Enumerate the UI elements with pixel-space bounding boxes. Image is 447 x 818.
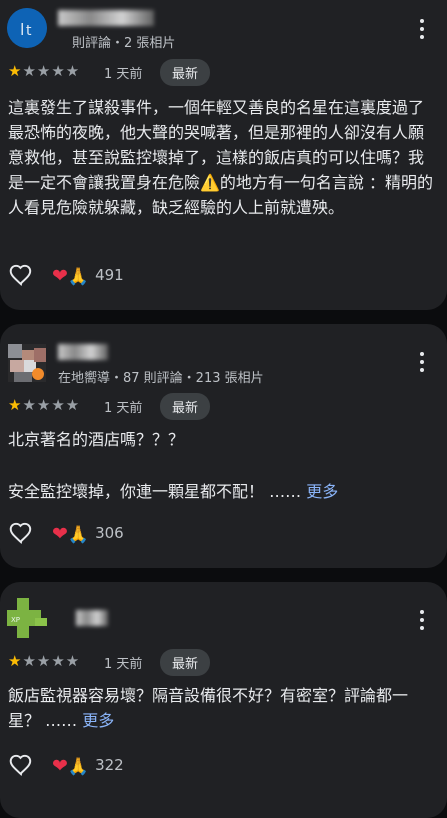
review-text-line: 安全監控壞掉，你連一顆星都不配！ …… 更多 (8, 479, 438, 504)
heart-outline-icon[interactable] (8, 752, 34, 778)
heart-reaction-icon: ❤ (52, 755, 68, 777)
reviews-feed: l t 則評論・2 張相片 ★★★★★ 1 天前 最新 這裏發生了謀殺事件，一個… (0, 0, 447, 818)
review-date: 1 天前 (104, 401, 143, 416)
review-text-snippet: 安全監控壞掉，你連一顆星都不配！ …… (8, 482, 302, 501)
reviewer-stats: 則評論・2 張相片 (72, 36, 176, 51)
pray-reaction-icon: 🙏 (67, 757, 90, 777)
reaction-count: 306 (95, 524, 124, 542)
avatar-image: l t (7, 8, 47, 48)
review-date: 1 天前 (104, 657, 143, 672)
reviewer-stats: 在地嚮導・87 則評論・213 張相片 (58, 371, 264, 386)
reviewer-name-redacted[interactable] (58, 10, 154, 26)
pray-reaction-icon: 🙏 (67, 525, 90, 545)
review-card: XP ★★★★★ 1 天前 最新 飯店監視器容易壞？隔音設備很不好？有密室？評論… (0, 582, 447, 818)
review-text: 飯店監視器容易壞？隔音設備很不好？有密室？評論都一星？ …… 更多 (8, 683, 438, 733)
review-date: 1 天前 (104, 67, 143, 82)
rating-stars-empty: ★★★★ (22, 396, 81, 414)
reaction-summary[interactable]: ❤🙏 322 (52, 752, 124, 780)
reaction-count: 322 (95, 756, 124, 774)
reviewer-avatar[interactable] (8, 344, 46, 382)
reaction-summary[interactable]: ❤🙏 306 (52, 520, 124, 548)
avatar-image: XP (7, 598, 47, 638)
newest-badge: 最新 (160, 393, 211, 420)
reaction-count: 491 (95, 266, 124, 284)
rating-stars-empty: ★★★★ (22, 652, 81, 670)
heart-reaction-icon: ❤ (52, 523, 68, 545)
rating-stars-empty: ★★★★ (22, 62, 81, 80)
heart-outline-icon[interactable] (8, 262, 34, 288)
star-rating: ★★★★★ (8, 652, 80, 670)
svg-text:t: t (26, 23, 32, 39)
review-card: 在地嚮導・87 則評論・213 張相片 ★★★★★ 1 天前 最新 北京著名的酒… (0, 324, 447, 568)
heart-reaction-icon: ❤ (52, 265, 68, 287)
newest-badge: 最新 (160, 59, 211, 86)
review-text-line: 北京著名的酒店嗎？？？ (8, 430, 185, 449)
reviewer-name-redacted[interactable] (76, 610, 108, 626)
reviewer-avatar[interactable]: l t (7, 8, 47, 48)
more-vert-icon[interactable] (419, 352, 425, 376)
avatar-image (8, 344, 46, 382)
more-link[interactable]: 更多 (306, 482, 338, 501)
rating-stars-filled: ★ (8, 62, 23, 80)
svg-text:l: l (20, 20, 24, 39)
review-text: 這裏發生了謀殺事件，一個年輕又善良的名星在這裏度過了最恐怖的夜晚，他大聲的哭喊著… (8, 98, 434, 217)
review-text-snippet: 飯店監視器容易壞？隔音設備很不好？有密室？評論都一星？ …… (8, 686, 409, 730)
reviewer-name-redacted[interactable] (58, 344, 108, 360)
more-link[interactable]: 更多 (82, 711, 114, 730)
pray-reaction-icon: 🙏 (67, 267, 90, 287)
rating-stars-filled: ★ (8, 396, 23, 414)
heart-outline-icon[interactable] (8, 520, 34, 546)
reaction-summary[interactable]: ❤🙏 491 (52, 262, 124, 290)
reviewer-avatar[interactable]: XP (7, 598, 47, 638)
rating-stars-filled: ★ (8, 652, 23, 670)
review-card: l t 則評論・2 張相片 ★★★★★ 1 天前 最新 這裏發生了謀殺事件，一個… (0, 0, 447, 310)
more-vert-icon[interactable] (419, 19, 425, 43)
star-rating: ★★★★★ (8, 62, 80, 80)
more-vert-icon[interactable] (419, 610, 425, 634)
newest-badge: 最新 (160, 649, 211, 676)
svg-text:XP: XP (11, 616, 20, 624)
star-rating: ★★★★★ (8, 396, 80, 414)
